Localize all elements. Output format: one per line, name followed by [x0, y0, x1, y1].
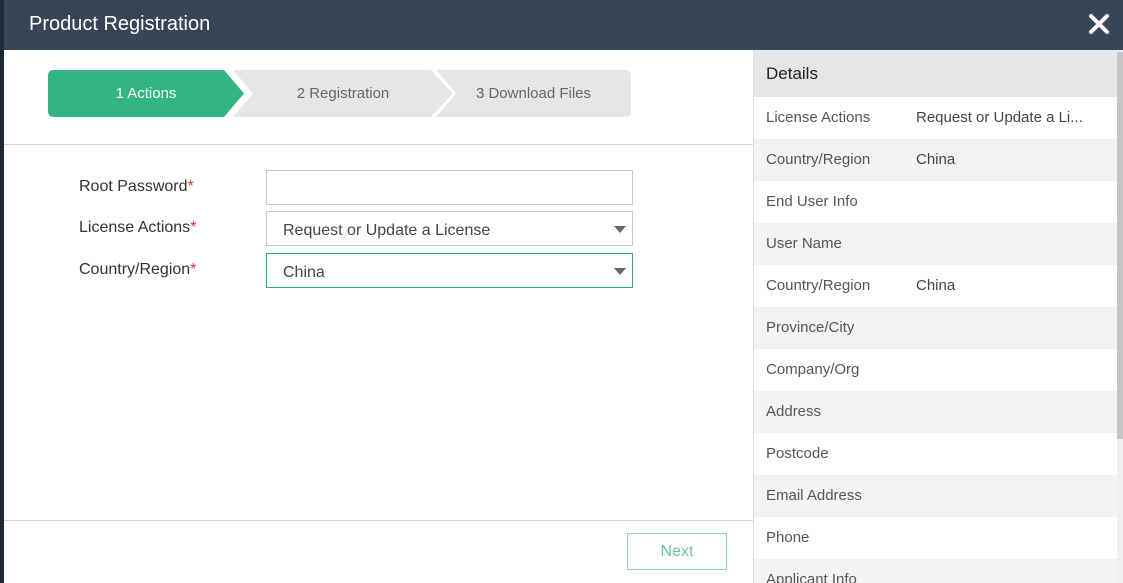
required-mark: * — [190, 261, 197, 278]
step-wizard: 1 Actions 2 Registration 3 Download File… — [48, 70, 648, 117]
details-row: Email Address — [754, 475, 1118, 517]
step-actions-label: 1 Actions — [115, 85, 177, 102]
step-actions[interactable]: 1 Actions — [48, 70, 244, 117]
details-row: Country/Region China — [754, 265, 1118, 307]
details-row-label: Country/Region — [766, 277, 871, 294]
license-actions-row: License Actions* Request or Update a Lic… — [4, 211, 753, 246]
details-row: Address — [754, 391, 1118, 433]
caret-down-icon — [614, 226, 626, 233]
details-row-label: Phone — [766, 529, 810, 546]
details-scrollbar[interactable] — [1117, 50, 1123, 583]
required-mark: * — [187, 178, 194, 195]
close-icon[interactable] — [1085, 10, 1113, 38]
details-row: Country/Region China — [754, 139, 1118, 181]
next-button[interactable]: Next — [627, 533, 727, 570]
country-region-value: China — [283, 264, 325, 281]
details-row: Applicant Info — [754, 559, 1118, 583]
license-actions-value: Request or Update a License — [283, 222, 491, 239]
details-header: Details — [754, 50, 1118, 97]
details-row: User Name — [754, 223, 1118, 265]
details-panel: Details License Actions Request or Update… — [753, 50, 1118, 583]
root-password-input[interactable] — [266, 170, 633, 205]
details-row: Province/City — [754, 307, 1118, 349]
details-row-label: Email Address — [766, 487, 862, 504]
details-row-label: Postcode — [766, 445, 829, 462]
dialog-titlebar: Product Registration — [4, 0, 1123, 50]
details-row-label: Applicant Info — [766, 571, 857, 583]
details-row-label: Country/Region — [766, 151, 871, 168]
required-mark: * — [190, 219, 197, 236]
step-download-files[interactable]: 3 Download Files — [436, 70, 631, 117]
country-region-row: Country/Region* China — [4, 253, 753, 288]
details-row-label: Company/Org — [766, 361, 860, 378]
details-row: End User Info — [754, 181, 1118, 223]
divider — [4, 144, 753, 145]
scrollbar-thumb[interactable] — [1117, 52, 1123, 439]
details-row: Company/Org — [754, 349, 1118, 391]
details-row-value: Request or Update a Li... — [916, 109, 1083, 126]
step-registration-label: 2 Registration — [296, 85, 390, 102]
root-password-row: Root Password* — [4, 170, 753, 205]
details-row-label: Address — [766, 403, 822, 420]
details-row: Phone — [754, 517, 1118, 559]
step-download-files-label: 3 Download Files — [475, 85, 592, 102]
details-row-label: Province/City — [766, 319, 855, 336]
license-actions-select[interactable]: Request or Update a License — [266, 211, 633, 246]
details-row-label: License Actions — [766, 109, 871, 126]
caret-down-icon — [614, 268, 626, 275]
details-title: Details — [766, 64, 818, 83]
form-pane: 1 Actions 2 Registration 3 Download File… — [4, 50, 753, 583]
details-row: Postcode — [754, 433, 1118, 475]
footer-divider — [4, 520, 753, 521]
root-password-label: Root Password* — [79, 178, 194, 195]
license-actions-label: License Actions* — [79, 219, 197, 236]
details-row-value: China — [916, 277, 956, 294]
country-region-select[interactable]: China — [266, 253, 633, 288]
details-row-label: User Name — [766, 235, 842, 252]
details-row-value: China — [916, 151, 956, 168]
product-registration-dialog: Product Registration 1 Actions 2 Registr… — [4, 0, 1123, 583]
dialog-title: Product Registration — [29, 13, 211, 35]
details-row: License Actions Request or Update a Li... — [754, 97, 1118, 139]
step-registration[interactable]: 2 Registration — [233, 70, 453, 117]
country-region-label: Country/Region* — [79, 261, 197, 278]
details-row-label: End User Info — [766, 193, 858, 210]
